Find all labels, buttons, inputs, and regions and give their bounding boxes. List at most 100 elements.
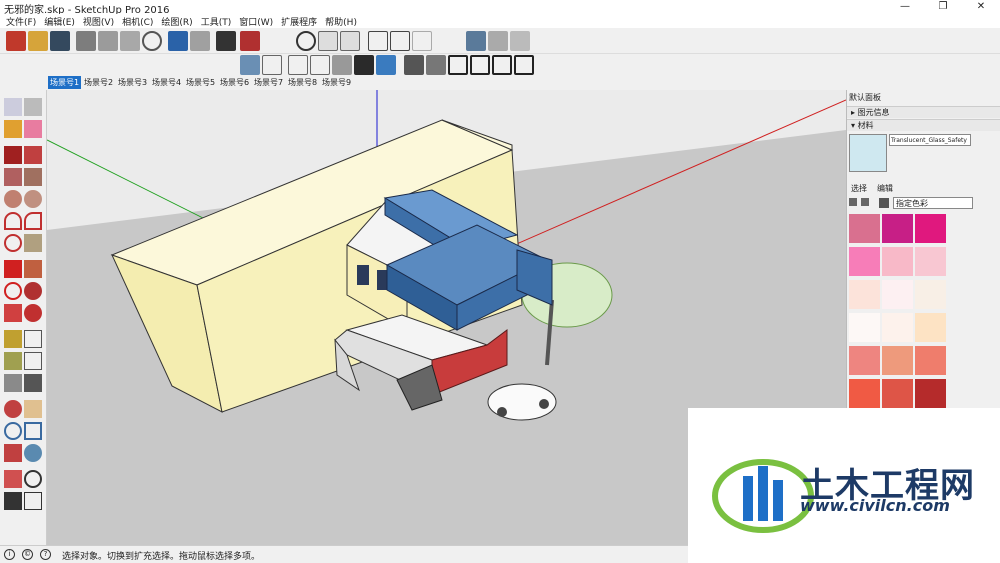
materials-panel[interactable]: ▾ 材料 — [847, 119, 1000, 131]
save-icon[interactable] — [50, 31, 70, 51]
minimize-button[interactable]: — — [886, 0, 924, 14]
three-point-arc-icon[interactable] — [4, 234, 22, 252]
wireframe-icon[interactable] — [288, 55, 308, 75]
close-button[interactable]: ✕ — [962, 0, 1000, 14]
material-swatch[interactable] — [882, 280, 913, 309]
polygon-icon[interactable] — [24, 190, 42, 208]
xray-icon[interactable] — [240, 55, 260, 75]
iso-view-icon[interactable] — [404, 55, 424, 75]
maximize-button[interactable]: ❐ — [924, 0, 962, 14]
model-info-icon[interactable] — [240, 31, 260, 51]
download-icon[interactable] — [510, 31, 530, 51]
material-swatch[interactable] — [849, 214, 880, 243]
move-icon[interactable] — [4, 260, 22, 278]
warehouse-icon[interactable] — [466, 31, 486, 51]
undo-icon[interactable] — [168, 31, 188, 51]
paint-bucket-icon[interactable] — [4, 120, 22, 138]
eraser-icon[interactable] — [24, 120, 42, 138]
component-icon[interactable] — [340, 31, 360, 51]
redo-icon[interactable] — [190, 31, 210, 51]
shaded-icon[interactable] — [332, 55, 352, 75]
section-display-icon[interactable] — [390, 31, 410, 51]
monochrome-icon[interactable] — [376, 55, 396, 75]
dimension-icon[interactable] — [24, 330, 42, 348]
material-swatch[interactable] — [915, 346, 946, 375]
info-icon[interactable]: i — [4, 549, 15, 560]
section-plane-tool-icon[interactable] — [24, 492, 42, 510]
help-icon[interactable]: ? — [40, 549, 51, 560]
tab-scene-7[interactable]: 场景号7 — [252, 76, 285, 89]
back-arrow-icon[interactable] — [849, 198, 857, 206]
zoom-extents-icon[interactable] — [4, 444, 22, 462]
zoom-window-icon[interactable] — [24, 422, 42, 440]
tape-measure-icon[interactable] — [4, 330, 22, 348]
3d-text-icon[interactable] — [24, 374, 42, 392]
teapot-icon[interactable] — [318, 31, 338, 51]
material-swatch[interactable] — [915, 280, 946, 309]
offset-icon[interactable] — [24, 304, 42, 322]
tab-edit[interactable]: 编辑 — [877, 183, 893, 194]
print-icon[interactable] — [216, 31, 236, 51]
material-swatch[interactable] — [849, 379, 880, 408]
follow-me-icon[interactable] — [24, 282, 42, 300]
pie-icon[interactable] — [24, 234, 42, 252]
cut-icon[interactable] — [76, 31, 96, 51]
orbit-icon[interactable] — [4, 400, 22, 418]
material-swatch[interactable] — [915, 313, 946, 342]
tab-scene-1[interactable]: 场景号1 — [48, 76, 82, 89]
menu-edit[interactable]: 编辑(E) — [40, 14, 79, 28]
open-folder-icon[interactable] — [28, 31, 48, 51]
material-swatch[interactable] — [849, 313, 880, 342]
two-point-arc-icon[interactable] — [24, 212, 42, 230]
axes-icon[interactable] — [4, 374, 22, 392]
line-icon[interactable] — [4, 146, 22, 164]
tab-scene-6[interactable]: 场景号6 — [218, 76, 251, 89]
menu-window[interactable]: 窗口(W) — [235, 14, 277, 28]
zoom-icon[interactable] — [4, 422, 22, 440]
tab-scene-5[interactable]: 场景号5 — [184, 76, 217, 89]
front-view-icon[interactable] — [448, 55, 468, 75]
rotated-rectangle-icon[interactable] — [24, 168, 42, 186]
paste-icon[interactable] — [120, 31, 140, 51]
look-around-icon[interactable] — [24, 470, 42, 488]
material-swatch[interactable] — [882, 247, 913, 276]
tab-scene-9[interactable]: 场景号9 — [320, 76, 353, 89]
geolocation-icon[interactable]: © — [22, 549, 33, 560]
material-swatch[interactable] — [849, 280, 880, 309]
tab-scene-4[interactable]: 场景号4 — [150, 76, 183, 89]
menu-draw[interactable]: 绘图(R) — [157, 14, 196, 28]
left-view-icon[interactable] — [514, 55, 534, 75]
tab-scene-3[interactable]: 场景号3 — [116, 76, 149, 89]
back-edges-icon[interactable] — [262, 55, 282, 75]
share-icon[interactable] — [488, 31, 508, 51]
right-view-icon[interactable] — [470, 55, 490, 75]
freehand-icon[interactable] — [24, 146, 42, 164]
circle-icon[interactable] — [4, 190, 22, 208]
library-select[interactable]: 指定色彩 — [893, 197, 973, 209]
scale-icon[interactable] — [4, 304, 22, 322]
top-view-icon[interactable] — [426, 55, 446, 75]
check-icon[interactable] — [296, 31, 316, 51]
menu-help[interactable]: 帮助(H) — [321, 14, 361, 28]
menu-view[interactable]: 视图(V) — [79, 14, 118, 28]
pan-icon[interactable] — [24, 400, 42, 418]
rotate-icon[interactable] — [4, 282, 22, 300]
position-camera-icon[interactable] — [4, 470, 22, 488]
material-swatch[interactable] — [915, 247, 946, 276]
home-icon[interactable] — [879, 198, 889, 208]
menu-tools[interactable]: 工具(T) — [197, 14, 236, 28]
material-swatch[interactable] — [882, 379, 913, 408]
forward-arrow-icon[interactable] — [861, 198, 869, 206]
new-file-icon[interactable] — [6, 31, 26, 51]
material-swatch[interactable] — [915, 214, 946, 243]
material-swatch[interactable] — [882, 214, 913, 243]
make-component-icon[interactable] — [24, 98, 42, 116]
protractor-icon[interactable] — [4, 352, 22, 370]
back-view-icon[interactable] — [492, 55, 512, 75]
menu-camera[interactable]: 相机(C) — [118, 14, 157, 28]
erase-icon[interactable] — [142, 31, 162, 51]
material-swatch[interactable] — [915, 379, 946, 408]
walk-icon[interactable] — [4, 492, 22, 510]
material-swatch[interactable] — [849, 346, 880, 375]
shaded-texture-icon[interactable] — [354, 55, 374, 75]
